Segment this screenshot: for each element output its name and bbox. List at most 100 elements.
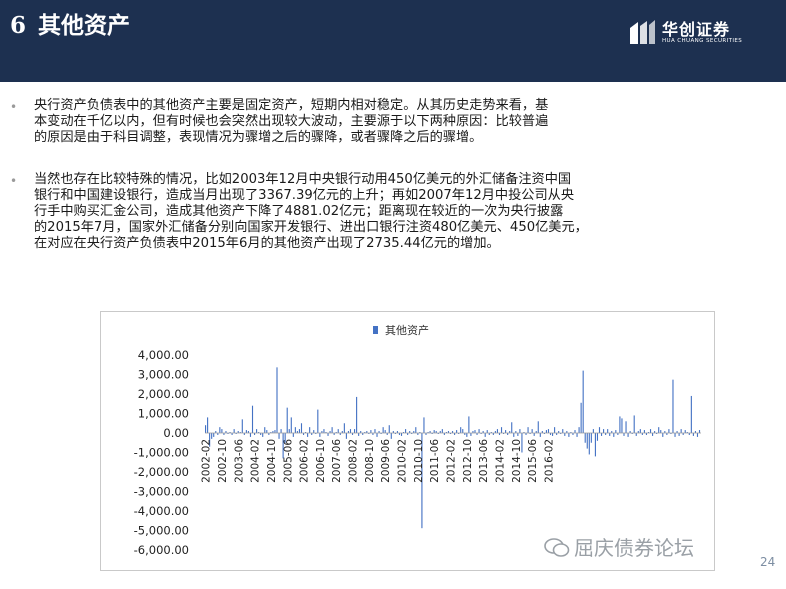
bar: [576, 433, 578, 437]
legend-label: 其他资产: [385, 323, 429, 337]
bar: [500, 427, 503, 433]
bar: [388, 425, 390, 433]
bar: [625, 421, 627, 433]
bullet-icon: •: [10, 100, 18, 114]
bar: [370, 430, 372, 433]
watermark-text: 屈庆债券论坛: [574, 536, 694, 560]
bar: [278, 433, 280, 439]
x-tick-label: 2003-06: [233, 439, 245, 483]
bar: [619, 416, 621, 433]
bar: [539, 433, 541, 437]
x-tick-label: 2015-06: [527, 439, 539, 483]
y-tick-label: -6,000.00: [134, 543, 189, 557]
bar: [672, 379, 674, 433]
paragraph-line: 当然也存在比较特殊的情况，比如2003年12月中央银行动用450亿美元的外汇储备…: [34, 172, 572, 187]
header-bar: 6 其他资产 华创证券 HUA CHUANG SECURITIES: [0, 0, 786, 82]
bar: [356, 396, 358, 433]
bar: [323, 429, 325, 433]
paragraph-line: 央行资产负债表中的其他资产主要是固定资产，短期内相对稳定。从其历史走势来看，基: [34, 98, 549, 113]
bar: [588, 433, 590, 455]
section-title: 其他资产: [38, 13, 131, 39]
y-tick-label: -2,000.00: [134, 465, 189, 479]
bar: [639, 429, 641, 433]
x-tick-label: 2006-02: [299, 439, 311, 483]
x-tick-label: 2014-02: [495, 439, 507, 483]
x-tick-label: 2006-10: [315, 439, 327, 483]
bar: [343, 423, 345, 433]
bar: [584, 433, 586, 443]
bar: [474, 430, 476, 433]
watermark: 屈庆债券论坛: [544, 532, 694, 561]
x-tick-label: 2012-10: [462, 439, 474, 483]
logo-mark-icon: [630, 20, 655, 44]
bar: [513, 433, 515, 437]
bar: [564, 433, 566, 436]
bar: [623, 433, 625, 436]
bar: [300, 423, 303, 433]
x-tick-label: 2008-10: [364, 439, 376, 483]
bar: [309, 427, 311, 433]
page-number: 24: [760, 555, 776, 569]
bar: [484, 433, 486, 437]
bar: [478, 429, 480, 433]
bar: [662, 433, 664, 437]
logo-text-en: HUA CHUANG SECURITIES: [662, 38, 743, 44]
y-tick-label: -1,000.00: [134, 446, 189, 460]
paragraph-line: 的2015年7月，国家外汇储备分别向国家开发银行、进出口银行注资480亿美元、4…: [34, 220, 588, 235]
bar: [505, 430, 507, 433]
wechat-icon: [544, 538, 570, 557]
bar: [517, 433, 519, 436]
bar: [466, 433, 468, 437]
bar: [288, 429, 290, 433]
bar: [319, 433, 321, 437]
bar: [674, 433, 676, 437]
bar: [233, 429, 235, 433]
bar: [266, 430, 268, 433]
bar: [354, 429, 356, 433]
bar: [627, 433, 629, 437]
bar: [537, 421, 539, 433]
bar: [294, 427, 296, 433]
bar: [400, 433, 403, 436]
bar: [643, 430, 645, 433]
paragraph-2: 当然也存在比较特殊的情况，比如2003年12月中央银行动用450亿美元的外汇储备…: [34, 172, 749, 252]
bar: [592, 429, 594, 433]
bar: [262, 433, 264, 437]
x-tick-label: 2010-02: [397, 439, 409, 483]
bar: [582, 370, 584, 433]
x-tick-label: 2005-06: [282, 439, 294, 483]
y-tick-label: -3,000.00: [134, 485, 189, 499]
bar: [205, 425, 207, 433]
bar: [596, 433, 599, 441]
y-tick-label: 3,000.00: [138, 368, 189, 382]
bar: [678, 433, 680, 436]
bar: [249, 433, 252, 437]
paragraph-1: 央行资产负债表中的其他资产主要是固定资产，短期内相对稳定。从其历史走势来看，基 …: [34, 98, 749, 146]
bar: [578, 427, 580, 433]
bar: [615, 430, 617, 433]
bar: [423, 417, 425, 433]
bar: [660, 430, 662, 433]
bar: [568, 433, 570, 437]
bar: [390, 433, 392, 439]
y-tick-label: 0.00: [163, 426, 189, 440]
bar: [376, 433, 378, 437]
bar: [468, 416, 470, 433]
bar: [496, 429, 498, 433]
bar: [433, 430, 435, 433]
bar: [533, 433, 535, 436]
bar: [290, 417, 292, 433]
bar: [241, 419, 243, 433]
bar: [456, 430, 458, 433]
bar: [382, 427, 384, 433]
bar: [635, 433, 637, 436]
bar: [519, 429, 521, 433]
bar: [603, 429, 605, 433]
bar: [245, 430, 247, 433]
bar: [221, 429, 223, 433]
bar: [251, 405, 254, 433]
bar: [511, 422, 513, 433]
bar: [590, 433, 592, 443]
bar: [219, 427, 221, 433]
x-tick-label: 2016-02: [544, 439, 556, 483]
